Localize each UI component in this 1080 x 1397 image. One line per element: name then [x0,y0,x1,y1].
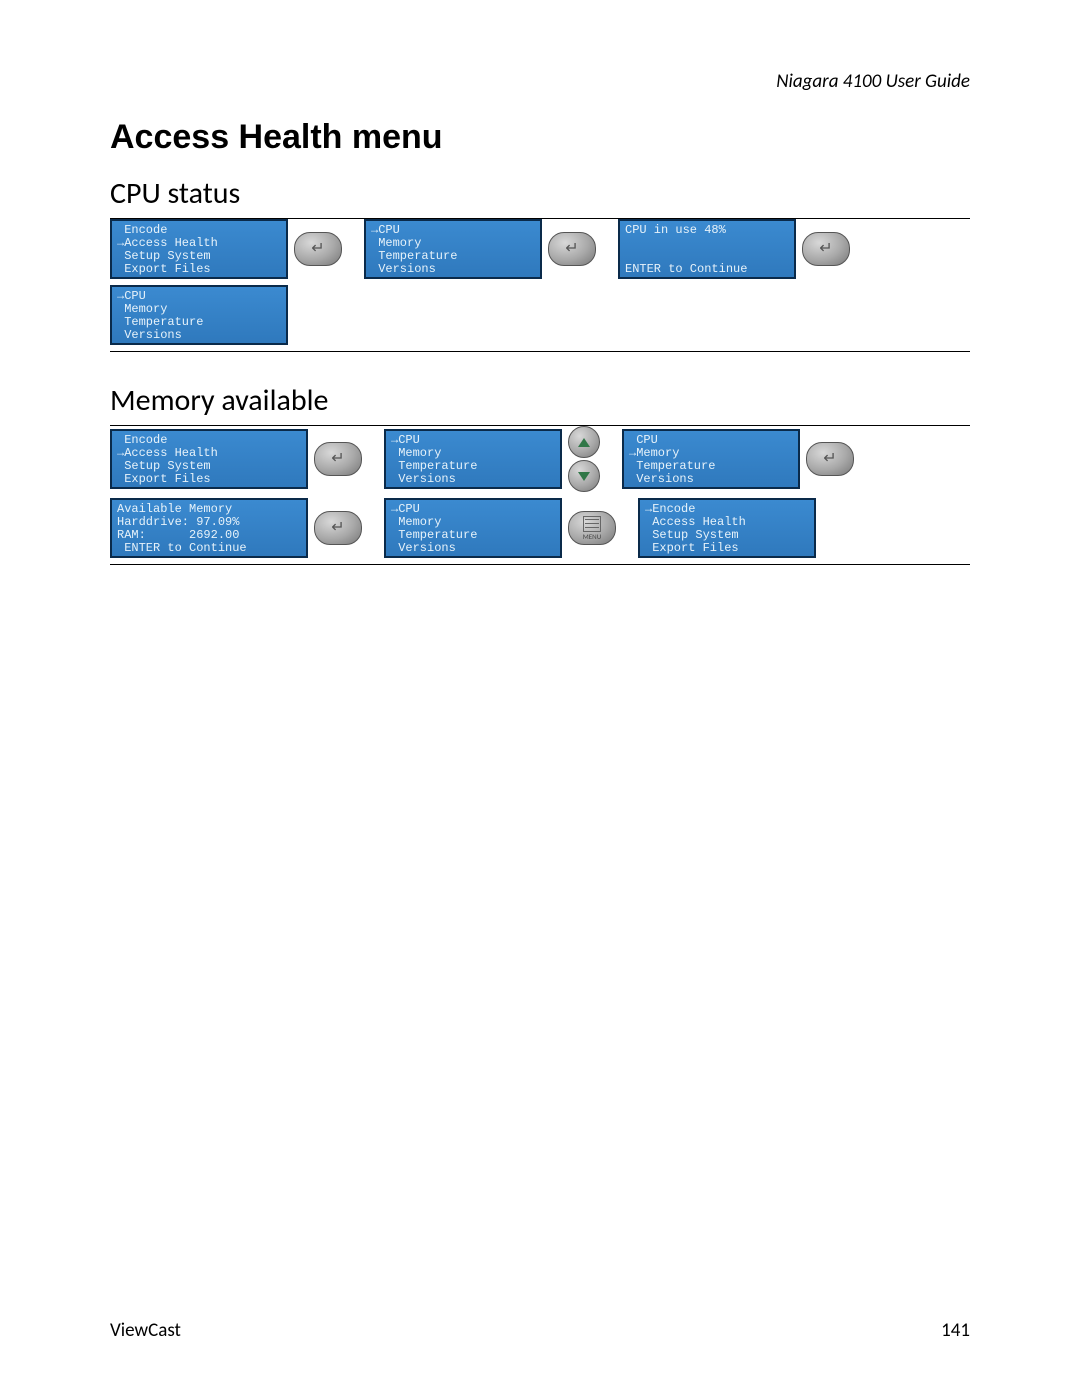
lcd-screen: Encode →Access Health Setup System Expor… [110,219,288,279]
enter-button-icon [548,232,596,266]
menu-button-icon: MENU [568,511,616,545]
cpu-status-section: CPU status Encode →Access Health Setup S… [110,175,970,352]
footer-brand: ViewCast [110,1319,181,1342]
down-button-icon [568,460,600,492]
memory-available-heading: Memory available [110,382,970,419]
lcd-screen: CPU →Memory Temperature Versions [622,429,800,489]
lcd-screen: Available Memory Harddrive: 97.09% RAM: … [110,498,308,558]
enter-button-icon [802,232,850,266]
lcd-screen: →CPU Memory Temperature Versions [110,285,288,345]
up-down-buttons [568,426,600,492]
enter-button-icon [314,511,362,545]
page-title: Access Health menu [110,118,970,157]
lcd-screen: →Encode Access Health Setup System Expor… [638,498,816,558]
footer-page-number: 141 [941,1319,970,1342]
lcd-screen: →CPU Memory Temperature Versions [364,219,542,279]
lcd-screen: →CPU Memory Temperature Versions [384,498,562,558]
memory-available-section: Memory available Encode →Access Health S… [110,382,970,565]
lcd-screen: CPU in use 48% ENTER to Continue [618,219,796,279]
menu-button-label: MENU [583,532,601,541]
enter-button-icon [806,442,854,476]
up-button-icon [568,426,600,458]
lcd-screen: Encode →Access Health Setup System Expor… [110,429,308,489]
section-divider [110,564,970,565]
lcd-screen: →CPU Memory Temperature Versions [384,429,562,489]
doc-header: Niagara 4100 User Guide [110,70,970,93]
enter-button-icon [314,442,362,476]
cpu-status-heading: CPU status [110,175,970,212]
section-divider [110,351,970,352]
enter-button-icon [294,232,342,266]
